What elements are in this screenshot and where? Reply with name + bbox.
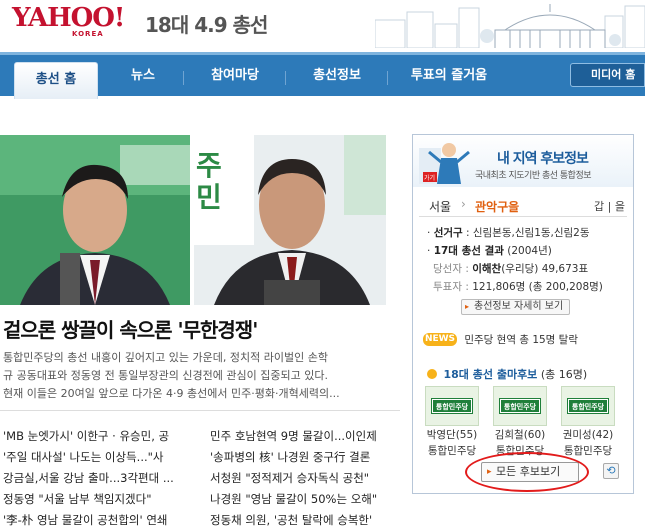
candidates-heading: 18대 총선 출마후보 [443, 368, 538, 381]
news-link[interactable]: '송파병의 核' 나경원 중구行 결론 [210, 447, 400, 468]
constituency-value: : 신림본동,신림1동,신림2동 [466, 227, 590, 239]
media-home-button[interactable]: 미디어 홈 [570, 63, 645, 87]
candidate-card[interactable]: 통합민주당 김희철(60) 통합민주당 [493, 386, 547, 458]
winner-label: 당선자 : [433, 263, 469, 275]
turnout-value: 121,806명 (총 200,208명) [472, 281, 603, 293]
candidate-name[interactable]: 권미성(42) [561, 428, 615, 442]
city-selector[interactable]: 서울 [429, 198, 451, 215]
nav-divider [183, 71, 184, 85]
candidate-mascot-icon: 가기 [419, 143, 470, 184]
turnout-label: 투표자 : [433, 281, 469, 293]
article-summary: 통합민주당의 총선 내홍이 깊어지고 있는 가운데, 정치적 라이벌인 손학 규… [3, 349, 395, 403]
local-candidate-panel: 가기 내 지역 후보정보 국내최초 지도기반 총선 통합정보 서울 › 관악구을… [412, 134, 634, 494]
candidate-party: 통합민주당 [563, 445, 613, 457]
constituency-label: 선거구 [433, 227, 463, 239]
previous-result: · 17대 총선 결과 (2004년) [427, 245, 552, 257]
party-logo: 통합민주당 [431, 398, 473, 414]
candidate-name[interactable]: 박영단(55) [425, 428, 479, 442]
headline-link[interactable]: 겉으론 쌍끌이 속으론 '무한경쟁' [3, 314, 258, 343]
chevron-right-icon: › [461, 197, 466, 211]
winner-party: (우리당) [501, 263, 539, 275]
refresh-icon[interactable]: ⟲ [603, 463, 619, 479]
party-logo-card: 통합민주당 [561, 386, 615, 426]
nav-divider [285, 71, 286, 85]
politician-photo-left [0, 135, 190, 305]
page-title: 18대 4.9 총선 [145, 13, 268, 37]
highlight-circle [465, 452, 589, 492]
main-navigation: 총선 홈 뉴스 참여마당 총선정보 투표의 즐거움 미디어 홈 [0, 52, 645, 99]
winner-info: 당선자 : 이해찬(우리당) 49,673표 [433, 261, 588, 276]
news-link[interactable]: '李-朴 영남 물갈이 공천합의' 연쇄 [3, 510, 188, 527]
news-link[interactable]: 민주 호남현역 9명 물갈이...이인제 [210, 426, 400, 447]
candidates-count: (총 16명) [540, 368, 588, 381]
svg-text:주: 주 [196, 149, 222, 182]
news-photo-left[interactable] [0, 135, 190, 305]
constituency-info: · 선거구 : 신림본동,신림1동,신림2동 [427, 227, 590, 239]
news-link[interactable]: 'MB 눈엣가시' 이한구 · 유승민, 공 [3, 426, 188, 447]
party-logo-card: 통합민주당 [425, 386, 479, 426]
news-photo-right[interactable]: 주 민 [194, 135, 386, 305]
summary-line: 통합민주당의 총선 내홍이 깊어지고 있는 가운데, 정치적 라이벌인 손학 [3, 351, 328, 364]
tab-participation[interactable]: 참여마당 [190, 61, 280, 93]
news-link[interactable]: 서청원 "정적제거 승자독식 공천" [210, 468, 400, 489]
summary-line: 현재 이들은 20여일 앞으로 다가온 4·9 총선에서 민주·평화·개혁세력의… [3, 387, 340, 400]
svg-text:민: 민 [196, 181, 222, 214]
candidate-name[interactable]: 김희철(60) [493, 428, 547, 442]
news-headline[interactable]: 민주당 현역 총 15명 탈락 [464, 334, 578, 346]
tab-news[interactable]: 뉴스 [108, 61, 178, 93]
candidates-section-title: 18대 총선 출마후보 (총 16명) [427, 366, 587, 382]
summary-line: 규 공동대표와 정동영 전 통일부장관의 신경전에 관심이 집중되고 있다. [3, 369, 328, 382]
panel-news[interactable]: NEWS 민주당 현역 총 15명 탈락 [423, 332, 578, 347]
news-badge: NEWS [423, 333, 457, 346]
news-list-right: 민주 호남현역 9명 물갈이...이인제 '송파병의 核' 나경원 중구行 결론… [210, 426, 400, 527]
district-index[interactable]: 갑 | 을 [594, 198, 625, 214]
panel-subtitle: 국내최초 지도기반 총선 통합정보 [475, 171, 592, 181]
party-logo-card: 통합민주당 [493, 386, 547, 426]
site-header: YAHOO! KOREA 18대 4.9 총선 [0, 0, 645, 48]
party-logo: 통합민주당 [499, 398, 541, 414]
news-link[interactable]: '주일 대사설' 나도는 이상득..."사 [3, 447, 188, 468]
logo-text: YAHOO! [12, 3, 125, 33]
svg-text:가기: 가기 [424, 174, 435, 182]
news-link[interactable]: 정동영 "서울 남부 책임지겠다" [3, 489, 188, 510]
winner-name: 이해찬 [472, 263, 502, 275]
politician-photo-right: 주 민 [194, 135, 386, 305]
tab-election-info[interactable]: 총선정보 [292, 61, 382, 93]
news-list-left: 'MB 눈엣가시' 이한구 · 유승민, 공 '주일 대사설' 나도는 이상득.… [3, 426, 188, 527]
prev-result-year: (2004년) [507, 245, 552, 257]
election-detail-button[interactable]: 총선정보 자세히 보기 [461, 299, 571, 315]
district-selector[interactable]: 관악구을 [475, 198, 519, 215]
party-logo: 통합민주당 [567, 398, 609, 414]
turnout-info: 투표자 : 121,806명 (총 200,208명) [433, 279, 603, 294]
panel-title: 내 지역 후보정보 [497, 151, 589, 167]
prev-result-label: 17대 총선 결과 [433, 245, 504, 257]
section-divider [0, 410, 400, 411]
nav-divider [387, 71, 388, 85]
logo-subtext: KOREA [72, 30, 104, 38]
location-selector: 서울 › 관악구을 갑 | 을 [419, 195, 627, 217]
bullet-icon [427, 369, 437, 379]
news-link[interactable]: 강금실,서울 강남 출마...3각편대 ... [3, 468, 188, 489]
yahoo-korea-logo[interactable]: YAHOO! KOREA [12, 3, 125, 38]
candidate-card[interactable]: 통합민주당 박영단(55) 통합민주당 [425, 386, 479, 458]
news-link[interactable]: 정동채 의원, '공천 탈락에 승복한' [210, 510, 400, 527]
winner-votes: 49,673표 [541, 263, 589, 275]
tab-joy-of-voting[interactable]: 투표의 즐거움 [394, 61, 504, 93]
news-link[interactable]: 나경원 "영남 물갈이 50%는 오해" [210, 489, 400, 510]
tab-election-home[interactable]: 총선 홈 [14, 62, 98, 99]
candidate-party: 통합민주당 [427, 445, 477, 457]
candidate-card[interactable]: 통합민주당 권미성(42) 통합민주당 [561, 386, 615, 458]
national-assembly-illustration [375, 0, 645, 48]
panel-header: 가기 내 지역 후보정보 국내최초 지도기반 총선 통합정보 [413, 135, 633, 187]
